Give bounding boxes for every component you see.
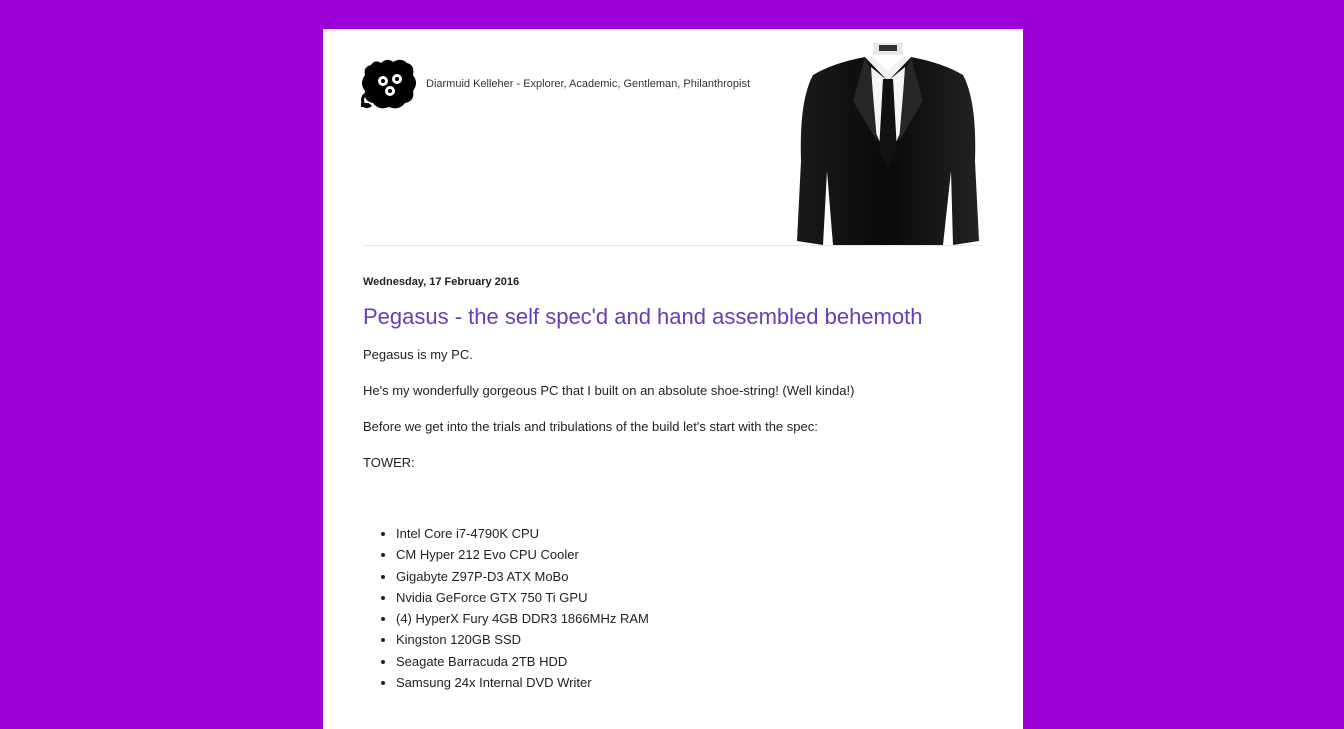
post-paragraph: Before we get into the trials and tribul… xyxy=(363,419,818,434)
post-title-link[interactable]: Pegasus - the self spec'd and hand assem… xyxy=(363,303,983,331)
spec-list-item: CM Hyper 212 Evo CPU Cooler xyxy=(396,547,649,568)
blog-page: Diarmuid Kelleher - Explorer, Academic, … xyxy=(323,29,1023,729)
suit-figure-image xyxy=(797,43,979,245)
spec-list: Intel Core i7-4790K CPU CM Hyper 212 Evo… xyxy=(363,526,649,696)
spec-list-item: Intel Core i7-4790K CPU xyxy=(396,526,649,547)
post-paragraph: He's my wonderfully gorgeous PC that I b… xyxy=(363,383,855,398)
spec-list-item: Samsung 24x Internal DVD Writer xyxy=(396,675,649,696)
blog-tagline: Diarmuid Kelleher - Explorer, Academic, … xyxy=(426,78,751,90)
blog-header: Diarmuid Kelleher - Explorer, Academic, … xyxy=(361,29,983,246)
post-content: Wednesday, 17 February 2016 Pegasus - th… xyxy=(363,275,983,690)
spec-list-item: Seagate Barracuda 2TB HDD xyxy=(396,654,649,675)
spec-list-item: Kingston 120GB SSD xyxy=(396,632,649,653)
spec-list-item: (4) HyperX Fury 4GB DDR3 1866MHz RAM xyxy=(396,611,649,632)
post-date: Wednesday, 17 February 2016 xyxy=(363,276,520,288)
post-paragraph: Pegasus is my PC. xyxy=(363,347,473,362)
spec-list-item: Gigabyte Z97P-D3 ATX MoBo xyxy=(396,569,649,590)
gears-mascot-icon[interactable] xyxy=(357,55,419,113)
spec-list-item: Nvidia GeForce GTX 750 Ti GPU xyxy=(396,590,649,611)
post-paragraph: TOWER: xyxy=(363,455,415,470)
